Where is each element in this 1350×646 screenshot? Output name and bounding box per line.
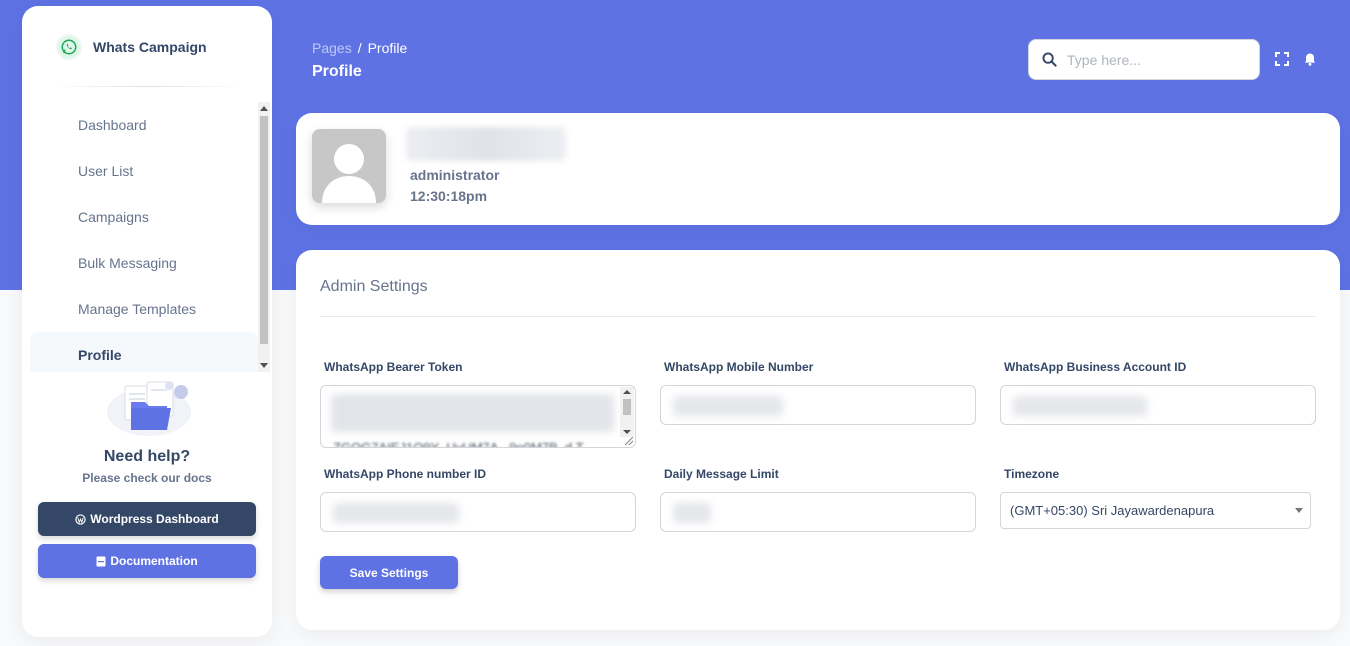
profile-role: administrator [410, 167, 500, 183]
profile-time: 12:30:18pm [410, 188, 488, 204]
admin-settings-card: Admin Settings WhatsApp Bearer Token ZGO… [296, 250, 1340, 630]
brand-name: Whats Campaign [93, 39, 207, 55]
settings-title: Admin Settings [320, 278, 428, 295]
fullscreen-icon[interactable] [1275, 52, 1289, 66]
documentation-label: Documentation [110, 554, 198, 568]
save-settings-button[interactable]: Save Settings [320, 556, 458, 589]
scroll-up-icon[interactable] [260, 106, 268, 111]
user-silhouette-icon [312, 129, 386, 203]
scrollbar-thumb[interactable] [260, 116, 268, 344]
daily-limit-field[interactable] [660, 492, 976, 532]
sidebar-item-manage-templates[interactable]: Manage Templates [30, 286, 258, 332]
wordpress-dashboard-button[interactable]: Wordpress Dashboard [38, 502, 256, 536]
timezone-select[interactable]: (GMT+05:30) Sri Jayawardenapura [1000, 492, 1311, 529]
business-account-label: WhatsApp Business Account ID [1004, 360, 1187, 374]
bearer-token-label: WhatsApp Bearer Token [324, 360, 463, 374]
sidebar-item-bulk-messaging[interactable]: Bulk Messaging [30, 240, 258, 286]
avatar[interactable] [312, 129, 386, 203]
sidebar-scrollbar[interactable] [258, 102, 270, 372]
page-title: Profile [312, 63, 362, 80]
scrollbar-thumb[interactable] [623, 399, 631, 415]
sidebar-item-label: Manage Templates [78, 301, 197, 317]
book-icon [96, 556, 106, 566]
divider [320, 316, 1316, 317]
scroll-down-icon[interactable] [260, 363, 268, 368]
help-title: Need help? [103, 448, 191, 465]
phone-number-id-field[interactable] [320, 492, 636, 532]
scroll-down-icon[interactable] [623, 430, 631, 434]
redacted-value [331, 394, 614, 432]
business-account-field[interactable] [1000, 385, 1316, 425]
scroll-up-icon[interactable] [623, 390, 631, 394]
sidebar-nav: Dashboard User List Campaigns Bulk Messa… [30, 102, 258, 372]
mobile-number-field[interactable] [660, 385, 976, 425]
sidebar-item-label: Campaigns [78, 209, 149, 225]
wordpress-icon [75, 513, 86, 525]
breadcrumb-pages-link[interactable]: Pages [312, 40, 352, 56]
sidebar-item-label: Bulk Messaging [78, 255, 177, 271]
sidebar-item-campaigns[interactable]: Campaigns [30, 194, 258, 240]
search-box[interactable] [1028, 39, 1260, 80]
breadcrumb-separator: / [357, 40, 362, 56]
whatsapp-logo-icon [56, 34, 82, 60]
bell-icon[interactable] [1303, 52, 1317, 66]
chevron-down-icon [1295, 508, 1303, 513]
folder-illustration-icon [105, 376, 193, 438]
redacted-value [673, 396, 783, 416]
phone-number-id-label: WhatsApp Phone number ID [324, 467, 486, 481]
resize-grip-icon[interactable] [625, 437, 633, 445]
redacted-value [333, 503, 459, 523]
breadcrumb-current: Profile [367, 40, 408, 56]
breadcrumb: Pages / Profile [312, 40, 407, 56]
bearer-token-value: ZGOG7AIEJ1Q9Y_UyUM7A...9o0M7B..d.T [333, 440, 584, 448]
search-icon [1042, 52, 1057, 67]
search-input[interactable] [1067, 51, 1237, 68]
sidebar-item-dashboard[interactable]: Dashboard [30, 102, 258, 148]
brand[interactable]: Whats Campaign [56, 34, 207, 60]
timezone-value: (GMT+05:30) Sri Jayawardenapura [1010, 503, 1215, 518]
mobile-number-label: WhatsApp Mobile Number [664, 360, 814, 374]
sidebar-item-user-list[interactable]: User List [30, 148, 258, 194]
sidebar-item-label: Dashboard [78, 117, 147, 133]
help-subtitle: Please check our docs [82, 471, 212, 485]
redacted-value [1013, 396, 1147, 416]
bearer-token-textarea[interactable]: ZGOG7AIEJ1Q9Y_UyUM7A...9o0M7B..d.T [320, 385, 636, 448]
sidebar: Whats Campaign Dashboard User List Campa… [22, 6, 272, 637]
timezone-label: Timezone [1004, 467, 1060, 481]
sidebar-item-label: User List [78, 163, 134, 179]
redacted-value [673, 503, 711, 523]
wordpress-dashboard-label: Wordpress Dashboard [90, 512, 219, 526]
documentation-button[interactable]: Documentation [38, 544, 256, 578]
sidebar-item-label: Profile [78, 347, 122, 363]
divider [48, 86, 246, 87]
textarea-scrollbar[interactable] [620, 387, 634, 437]
profile-card: administrator 12:30:18pm [296, 113, 1340, 225]
daily-limit-label: Daily Message Limit [664, 467, 779, 481]
profile-name-redacted [406, 127, 566, 161]
save-settings-label: Save Settings [349, 565, 429, 580]
sidebar-item-profile[interactable]: Profile [30, 332, 258, 372]
